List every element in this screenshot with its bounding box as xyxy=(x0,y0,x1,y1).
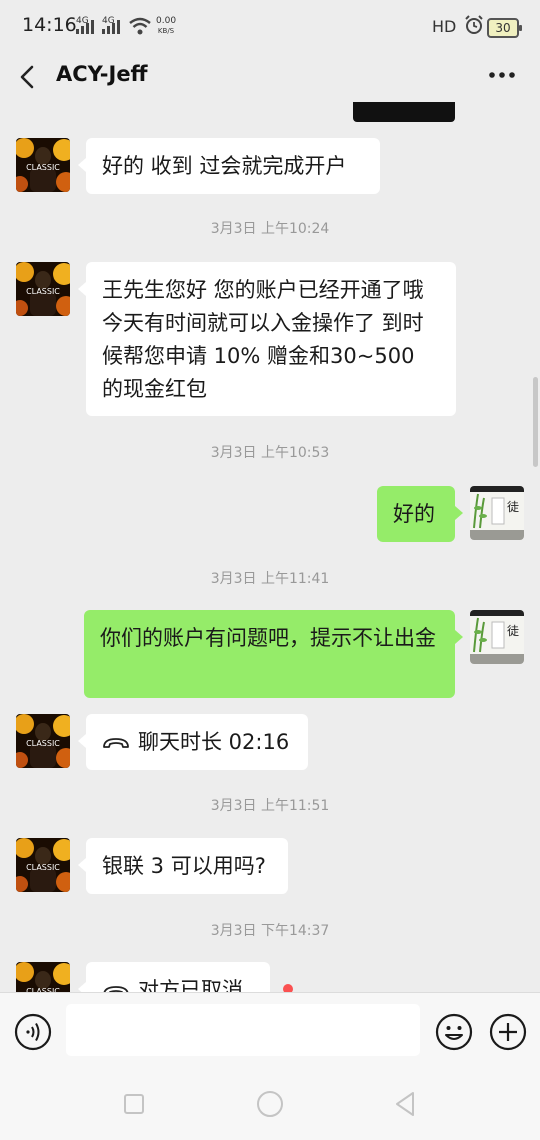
more-options-icon[interactable] xyxy=(484,60,520,90)
speed-unit: KB/S xyxy=(157,27,175,35)
message-input[interactable] xyxy=(66,1004,420,1056)
emoji-icon[interactable] xyxy=(435,1013,473,1051)
outgoing-message[interactable]: 好的 xyxy=(377,486,463,542)
avatar-text: CLASSIC xyxy=(26,287,60,296)
phone-hangup-icon xyxy=(103,986,129,992)
voice-input-icon[interactable] xyxy=(14,1013,52,1051)
chat-area[interactable]: CLASSIC 好的 收到 过会就完成开户 3月3日 上午10:24 CLASS… xyxy=(0,102,540,992)
back-arrow-icon[interactable] xyxy=(16,62,42,92)
system-navigation-bar xyxy=(0,1068,540,1140)
hd-indicator: HD xyxy=(432,17,457,36)
call-record-message[interactable]: 对方已取消 xyxy=(78,962,270,992)
status-time: 14:16 xyxy=(22,14,77,36)
input-bar xyxy=(0,992,540,1069)
home-icon[interactable] xyxy=(257,1091,283,1117)
battery-indicator: 30 xyxy=(487,18,522,38)
call-cancelled-text: 对方已取消 xyxy=(138,978,243,992)
call-duration-text: 聊天时长 02:16 xyxy=(138,730,290,754)
timestamp: 3月3日 下午14:37 xyxy=(210,923,330,939)
timestamp: 3月3日 上午10:53 xyxy=(210,445,330,461)
self-avatar[interactable]: 徒 xyxy=(470,486,524,540)
outgoing-message[interactable]: 你们的账户有问题吧，提示不让出金 xyxy=(84,610,463,698)
avatar-text: CLASSIC xyxy=(26,863,60,872)
contact-avatar[interactable]: CLASSIC xyxy=(16,262,70,316)
avatar-text: CLASSIC xyxy=(26,739,60,748)
self-avatar[interactable]: 徒 xyxy=(470,610,524,664)
recent-apps-icon[interactable] xyxy=(124,1094,144,1114)
contact-avatar[interactable]: CLASSIC xyxy=(16,714,70,768)
signal-icon-2 xyxy=(102,18,124,34)
phone-hangup-icon xyxy=(103,738,129,748)
contact-avatar[interactable]: CLASSIC xyxy=(16,138,70,192)
plus-icon[interactable] xyxy=(489,1013,527,1051)
avatar-text: CLASSIC xyxy=(26,163,60,172)
chat-header: ACY-Jeff xyxy=(0,52,540,102)
speed-value: 0.00 xyxy=(156,16,177,26)
status-bar: 14:16 4G 4G 0.00 KB/S HD 30 xyxy=(0,0,540,52)
previous-message-fragment xyxy=(353,102,455,122)
scrollbar[interactable] xyxy=(533,377,538,467)
alarm-icon xyxy=(465,15,483,34)
incoming-message[interactable]: 银联 3 可以用吗? xyxy=(78,838,288,894)
back-triangle-icon[interactable] xyxy=(393,1090,417,1118)
contact-avatar[interactable]: CLASSIC xyxy=(16,838,70,892)
timestamp: 3月3日 上午11:41 xyxy=(210,571,330,587)
incoming-message[interactable]: 好的 收到 过会就完成开户 xyxy=(78,138,380,194)
chat-title: ACY-Jeff xyxy=(56,62,148,86)
wifi-icon xyxy=(129,17,151,35)
network-speed: 0.00 KB/S xyxy=(156,16,176,36)
call-record-message[interactable]: 聊天时长 02:16 xyxy=(78,714,308,770)
avatar-text: 徒 xyxy=(507,500,519,514)
unread-dot xyxy=(283,984,293,992)
timestamp: 3月3日 上午11:51 xyxy=(210,798,330,814)
contact-avatar[interactable]: CLASSIC xyxy=(16,962,70,992)
timestamp: 3月3日 上午10:24 xyxy=(210,221,330,237)
signal-icon xyxy=(76,18,98,34)
incoming-message[interactable]: 王先生您好 您的账户已经开通了哦 今天有时间就可以入金操作了 到时候帮您申请 1… xyxy=(78,262,456,416)
avatar-text: 徒 xyxy=(507,624,519,638)
